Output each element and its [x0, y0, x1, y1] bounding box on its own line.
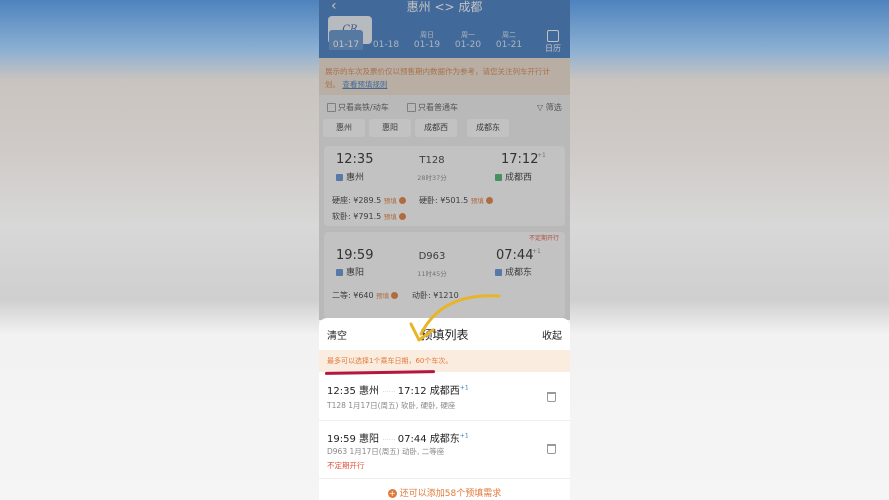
- arrow-annotation: [409, 294, 501, 342]
- collapse-button[interactable]: 收起: [542, 327, 562, 342]
- prefill-item[interactable]: 12:35 惠州 ······ 17:12 成都西+1 T128 1月17日(周…: [319, 374, 570, 421]
- irregular-note: 不定期开行: [327, 461, 365, 470]
- delete-icon[interactable]: [547, 392, 556, 402]
- blurred-background-left: [0, 0, 319, 500]
- plus-icon: +: [387, 489, 397, 498]
- item-route: 19:59 惠阳 ······ 07:44 成都东+1: [327, 432, 469, 445]
- blurred-background-right: [570, 0, 889, 500]
- prefill-item[interactable]: 19:59 惠阳 ······ 07:44 成都东+1 D963 1月17日(周…: [319, 422, 570, 479]
- delete-icon[interactable]: [547, 444, 556, 454]
- limit-hint: 最多可以选择1个乘车日期，60个车次。: [319, 350, 570, 372]
- item-detail: T128 1月17日(周五) 软卧, 硬卧, 硬座: [327, 401, 456, 410]
- modal-overlay[interactable]: [319, 0, 570, 320]
- item-route: 12:35 惠州 ······ 17:12 成都西+1: [327, 384, 469, 397]
- phone-screen: ‹ 惠州 <> 成都 CR 01-17 01-18 周日01-19 周一01-2…: [319, 0, 570, 500]
- add-more-footer[interactable]: + 还可以添加58个预填需求: [319, 486, 570, 499]
- item-detail: D963 1月17日(周五) 动卧, 二等座: [327, 447, 445, 456]
